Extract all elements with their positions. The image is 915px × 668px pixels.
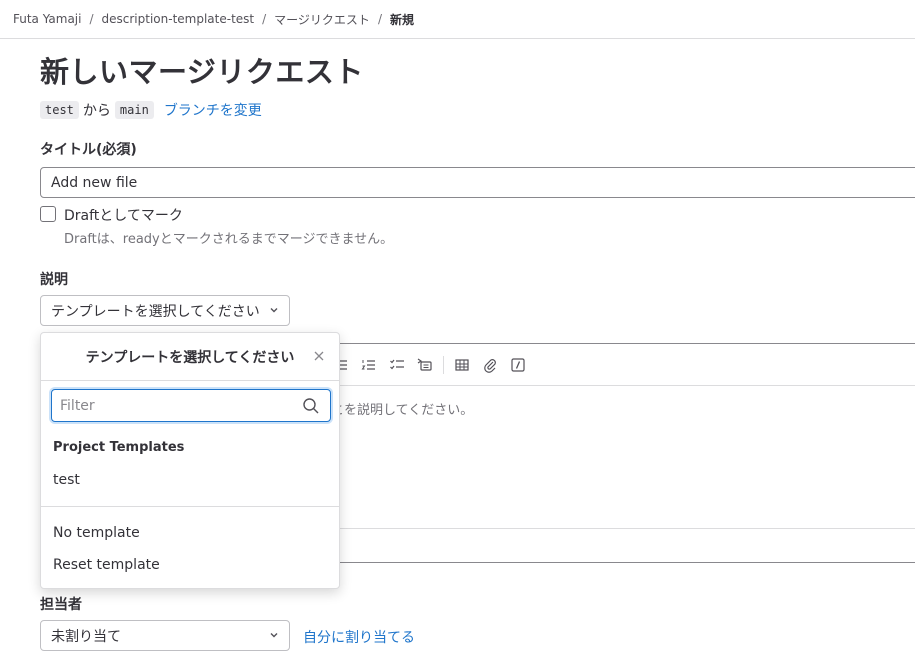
assignee-dropdown-button[interactable]: 未割り当て — [40, 620, 290, 651]
template-item-test[interactable]: test — [41, 466, 339, 494]
breadcrumb-separator: / — [89, 12, 94, 26]
breadcrumb-separator: / — [262, 12, 267, 26]
draft-checkbox[interactable] — [40, 206, 56, 222]
breadcrumb-merge-requests[interactable]: マージリクエスト — [274, 11, 370, 28]
title-input[interactable] — [40, 167, 915, 198]
breadcrumb-user[interactable]: Futa Yamaji — [13, 12, 81, 26]
assign-to-me-link[interactable]: 自分に割り当てる — [303, 627, 415, 647]
template-dropdown-button[interactable]: テンプレートを選択してください — [40, 295, 290, 326]
table-icon[interactable] — [452, 355, 472, 375]
draft-help-text: Draftは、readyとマークされるまでマージできません。 — [64, 232, 394, 247]
numbered-list-icon[interactable] — [359, 355, 379, 375]
template-popover: テンプレートを選択してください Project Templates test N… — [40, 332, 340, 589]
close-icon[interactable] — [311, 348, 327, 364]
quick-actions-icon[interactable] — [508, 355, 528, 375]
assignee-label: 担当者 — [40, 597, 82, 613]
popover-header: テンプレートを選択してください — [41, 333, 339, 381]
filter-search-box — [51, 389, 331, 422]
branch-info: test から main ブランチを変更 — [40, 99, 262, 121]
target-branch-chip: main — [114, 101, 154, 119]
assignee-dropdown-text: 未割り当て — [51, 628, 121, 645]
toolbar-divider — [443, 355, 444, 374]
breadcrumb-new: 新規 — [389, 12, 414, 27]
draft-text: Draftとしてマーク Draftは、readyとマークされるまでマージできませ… — [64, 205, 393, 247]
breadcrumb: Futa Yamaji / description-template-test … — [0, 0, 915, 39]
project-templates-heading: Project Templates — [53, 440, 185, 455]
collapsible-section-icon[interactable] — [415, 355, 435, 375]
source-branch-chip: test — [40, 101, 79, 119]
title-label: タイトル(必須) — [40, 142, 137, 158]
attach-file-icon[interactable] — [480, 355, 500, 375]
no-template-item[interactable]: No template — [41, 519, 339, 547]
breadcrumb-separator: / — [377, 12, 382, 26]
page-title: 新しいマージリクエスト — [40, 55, 364, 89]
chevron-down-icon — [269, 303, 279, 319]
filter-input[interactable] — [52, 390, 302, 421]
search-icon — [302, 397, 320, 415]
chevron-down-icon — [269, 628, 279, 644]
popover-divider — [41, 506, 339, 507]
branch-from-text: から — [82, 103, 111, 119]
draft-label[interactable]: Draftとしてマーク — [64, 205, 393, 225]
reset-template-item[interactable]: Reset template — [41, 551, 339, 579]
breadcrumb-project[interactable]: description-template-test — [102, 12, 255, 26]
change-branches-link[interactable]: ブランチを変更 — [164, 100, 262, 120]
popover-title: テンプレートを選択してください — [85, 349, 295, 366]
editor-placeholder: とを説明してください。 — [331, 403, 474, 418]
template-dropdown-text: テンプレートを選択してください — [51, 303, 260, 320]
description-label: 説明 — [40, 272, 68, 288]
task-list-icon[interactable] — [387, 355, 407, 375]
draft-row: Draftとしてマーク Draftは、readyとマークされるまでマージできませ… — [40, 205, 393, 247]
